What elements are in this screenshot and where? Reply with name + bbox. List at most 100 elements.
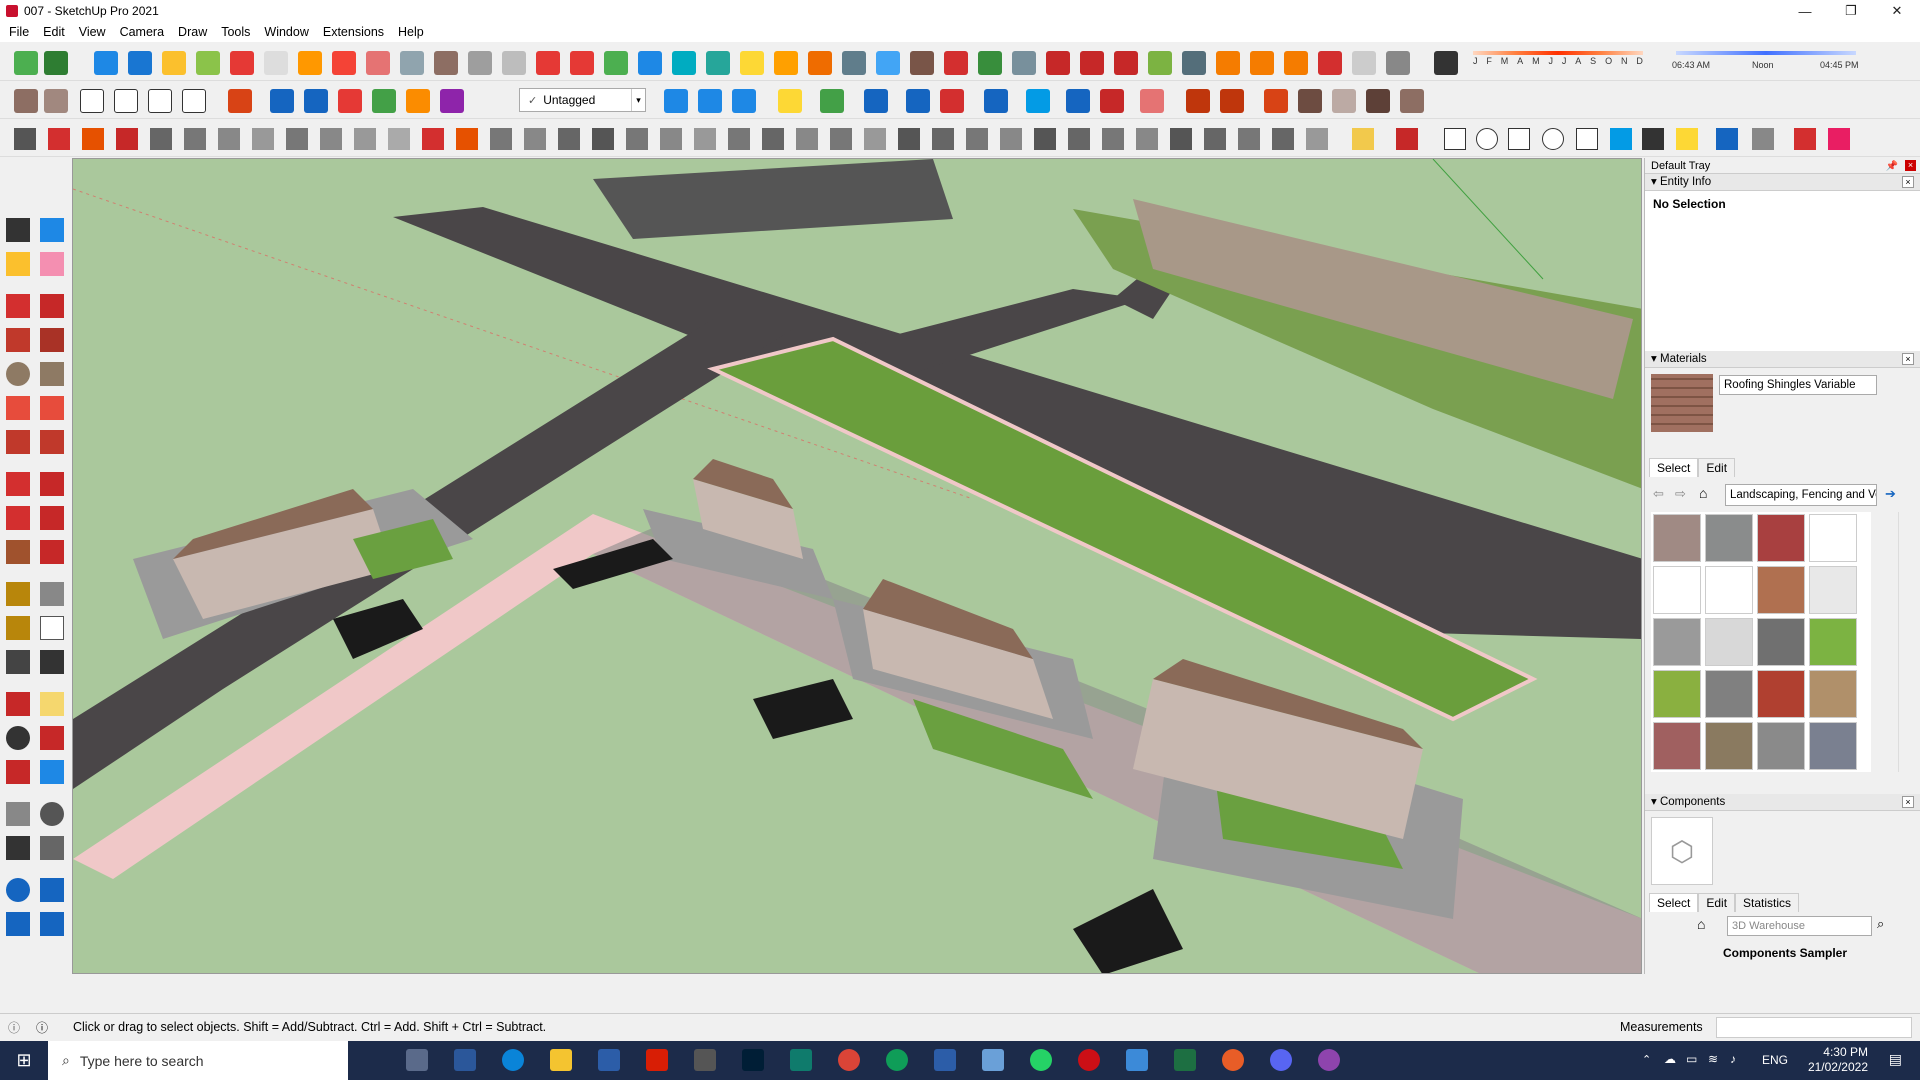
paint-bucket-icon[interactable]	[6, 252, 30, 276]
subdivide-icon[interactable]	[660, 128, 682, 150]
material-swatch[interactable]	[1809, 722, 1857, 770]
line-red-icon[interactable]	[422, 128, 444, 150]
sphere-icon[interactable]	[842, 51, 866, 75]
loft-icon[interactable]	[184, 128, 206, 150]
cross-icon[interactable]	[1318, 51, 1342, 75]
grid-icon[interactable]	[1182, 51, 1206, 75]
rotate-3d-icon[interactable]	[1306, 128, 1328, 150]
app-green-icon[interactable]	[790, 1049, 812, 1071]
checkmark-app-icon[interactable]	[1126, 1049, 1148, 1071]
material-swatch[interactable]	[1809, 618, 1857, 666]
measurements-input[interactable]	[1716, 1017, 1912, 1038]
soap-skin-icon[interactable]	[490, 128, 512, 150]
tape-measure-icon[interactable]	[6, 582, 30, 606]
front-view-icon[interactable]	[80, 89, 104, 113]
start-button[interactable]: ⊞	[0, 1041, 48, 1080]
menu-extensions[interactable]: Extensions	[316, 22, 391, 42]
extrude-down-icon[interactable]	[304, 89, 328, 113]
entity-info-header[interactable]: ▾ Entity Info ×	[1645, 174, 1920, 191]
orbit-icon[interactable]	[6, 692, 30, 716]
home-icon[interactable]: ⌂	[1699, 485, 1707, 501]
scale-tool-icon[interactable]	[6, 540, 30, 564]
hatch-icon[interactable]	[1034, 128, 1056, 150]
frame-icon[interactable]	[966, 128, 988, 150]
array-icon[interactable]	[1148, 51, 1172, 75]
maximize-button[interactable]: ❐	[1828, 0, 1874, 22]
star-icon[interactable]	[1170, 128, 1192, 150]
stairs-icon[interactable]	[1264, 89, 1288, 113]
wifi-icon[interactable]: ≋	[1708, 1052, 1718, 1066]
extrude-n-icon[interactable]	[372, 89, 396, 113]
warehouse-tool-icon[interactable]	[6, 878, 30, 902]
close-icon[interactable]: ×	[1902, 796, 1914, 808]
line-icon[interactable]	[6, 294, 30, 318]
excel-icon[interactable]	[1174, 1049, 1196, 1071]
arc-tool-icon[interactable]	[502, 51, 526, 75]
torus-icon[interactable]	[774, 51, 798, 75]
profile-builder-icon[interactable]	[558, 128, 580, 150]
wall-icon[interactable]	[1298, 89, 1322, 113]
menu-window[interactable]: Window	[257, 22, 315, 42]
discord-icon[interactable]	[1270, 1049, 1292, 1071]
ellipse-shape-icon[interactable]	[1542, 128, 1564, 150]
material-swatch[interactable]	[1757, 618, 1805, 666]
minimize-button[interactable]: —	[1782, 0, 1828, 22]
distribute-icon[interactable]	[906, 89, 930, 113]
profile-icon[interactable]	[1186, 89, 1210, 113]
material-swatch[interactable]	[1757, 722, 1805, 770]
axes-icon[interactable]	[6, 650, 30, 674]
diamond-shape-icon[interactable]	[1716, 128, 1738, 150]
window-frame-icon[interactable]	[1216, 51, 1240, 75]
battery-icon[interactable]: ▭	[1686, 1052, 1697, 1066]
material-swatch[interactable]	[1653, 566, 1701, 614]
sketchup-layout-icon[interactable]	[934, 1049, 956, 1071]
previous-view-icon[interactable]	[40, 760, 64, 784]
model-viewport[interactable]	[72, 158, 1642, 974]
flip-edge-icon[interactable]	[264, 51, 288, 75]
material-swatch[interactable]	[1705, 722, 1753, 770]
hand-tool-icon[interactable]	[626, 128, 648, 150]
fan-icon[interactable]	[762, 128, 784, 150]
warehouse-icon[interactable]	[14, 51, 38, 75]
push-pull-icon[interactable]	[40, 472, 64, 496]
split-icon[interactable]	[320, 128, 342, 150]
crease-icon[interactable]	[694, 128, 716, 150]
panel-icon[interactable]	[1250, 51, 1274, 75]
forward-icon[interactable]: ⇨	[1675, 486, 1686, 502]
leaf-shape-icon[interactable]	[1676, 128, 1698, 150]
help-icon[interactable]: ⓘ	[8, 1019, 20, 1036]
right-view-icon[interactable]	[114, 89, 138, 113]
polyline-icon[interactable]	[14, 128, 36, 150]
whatsapp-icon[interactable]	[1030, 1049, 1052, 1071]
roof-icon[interactable]	[1220, 89, 1244, 113]
rectangle-shape-icon[interactable]	[1444, 128, 1466, 150]
style-wire-icon[interactable]	[698, 89, 722, 113]
columns-icon[interactable]	[1102, 128, 1124, 150]
material-swatch[interactable]	[1705, 618, 1753, 666]
circle-shape-icon[interactable]	[1476, 128, 1498, 150]
cog-shape-icon[interactable]	[1642, 128, 1664, 150]
curve-icon[interactable]	[468, 51, 492, 75]
dimension-line-icon[interactable]	[1794, 128, 1816, 150]
move-tool-icon[interactable]	[6, 472, 30, 496]
smoove-icon[interactable]	[128, 51, 152, 75]
section-cut-icon[interactable]	[400, 51, 424, 75]
intersect-icon[interactable]	[638, 51, 662, 75]
menu-camera[interactable]: Camera	[113, 22, 171, 42]
time-slider[interactable]	[1676, 51, 1856, 55]
menu-help[interactable]: Help	[391, 22, 431, 42]
connect-icon[interactable]	[864, 128, 886, 150]
spline-icon[interactable]	[48, 128, 70, 150]
style-xray-icon[interactable]	[664, 89, 688, 113]
left-view-icon[interactable]	[182, 89, 206, 113]
extrude-up-icon[interactable]	[270, 89, 294, 113]
material-swatch[interactable]	[1757, 670, 1805, 718]
grid-tool-icon[interactable]	[592, 128, 614, 150]
offset-icon[interactable]	[82, 128, 104, 150]
undo-icon[interactable]	[944, 51, 968, 75]
bounding-box-icon[interactable]	[1386, 51, 1410, 75]
wheel-icon[interactable]	[1204, 128, 1226, 150]
shell-icon[interactable]	[286, 128, 308, 150]
door-icon[interactable]	[1332, 89, 1356, 113]
warehouse-search-input[interactable]: 3D Warehouse	[1727, 916, 1872, 936]
